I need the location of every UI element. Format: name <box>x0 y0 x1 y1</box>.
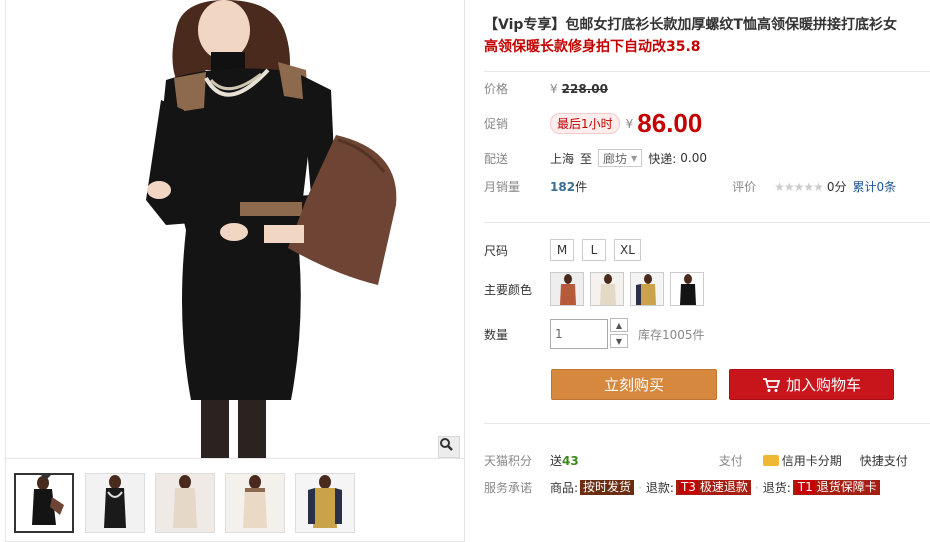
promo-row: 促销 最后1小时 ¥ 86.00 <box>484 108 702 139</box>
destination-select[interactable]: 廊坊 ▼ <box>598 149 643 167</box>
color-label: 主要颜色 <box>484 282 533 297</box>
promo-currency: ¥ <box>625 116 634 131</box>
price-label: 价格 <box>484 82 509 96</box>
service-goods-label: 商品: <box>550 481 579 495</box>
thumbnail-3[interactable] <box>155 473 215 533</box>
swatch-black-image <box>671 273 703 305</box>
promo-price: 86.00 <box>637 108 703 138</box>
color-swatch-3[interactable] <box>630 272 664 306</box>
product-gallery <box>5 0 465 542</box>
shipping-fee: 0.00 <box>680 151 707 165</box>
quantity-increase-button[interactable]: ▲ <box>610 318 628 332</box>
payment-label: 支付 <box>718 454 743 468</box>
product-title-block: 【Vip专享】包邮女打底衫长款加厚螺纹T恤高领保暖拼接打底衫女 高领保暖长款修身… <box>484 14 930 58</box>
size-row: 尺码 M L XL <box>484 239 649 261</box>
color-swatch-2[interactable] <box>590 272 624 306</box>
model-photo-illustration <box>146 0 397 458</box>
price-currency: ¥ <box>550 81 558 96</box>
review-label: 评价 <box>732 180 757 194</box>
swatch-camel-image <box>631 273 663 305</box>
service-label: 服务承诺 <box>484 481 533 495</box>
color-swatch-1[interactable] <box>550 272 584 306</box>
rating-score: 0分 <box>826 180 847 194</box>
shipping-to-word: 至 <box>580 151 593 166</box>
thumbnail-1-image <box>16 475 72 531</box>
sales-row: 月销量 182 件 评价 ★★★★★ 0分 累计0条 <box>484 178 930 195</box>
review-total-link[interactable]: 累计0条 <box>853 178 897 195</box>
points-row: 天猫积分 送 43 支付 信用卡分期 快捷支付 <box>484 452 930 469</box>
service-row: 服务承诺 商品: 按时发货 · 退款: T3 极速退款 · 退货: T1 退货保障卡 <box>484 479 930 496</box>
shipping-label: 配送 <box>484 151 509 166</box>
thumbnail-5[interactable] <box>295 473 355 533</box>
on-time-shipping-tag[interactable]: 按时发货 <box>580 480 635 495</box>
thumbnail-5-image <box>296 474 354 532</box>
return-guarantee-tag[interactable]: T1 退货保障卡 <box>792 480 880 495</box>
refund-code: T3 <box>678 480 698 494</box>
chevron-down-icon: ▼ <box>631 153 638 163</box>
credit-card-icon <box>762 455 779 466</box>
quantity-stepper: ▲ ▼ <box>610 318 628 350</box>
shipping-row: 配送 上海 至 廊坊 ▼ 快递: 0.00 <box>484 149 707 167</box>
zoom-button[interactable] <box>438 436 460 458</box>
thumbnail-strip <box>6 458 464 542</box>
shipping-from: 上海 <box>550 151 575 166</box>
return-tag-text: 退货保障卡 <box>816 480 877 494</box>
monthly-sales-unit: 件 <box>575 180 588 194</box>
destination-value: 廊坊 <box>603 151 628 166</box>
rating-stars: ★★★★★ <box>774 179 824 194</box>
quantity-decrease-button[interactable]: ▼ <box>610 334 628 348</box>
quantity-input[interactable] <box>550 319 608 349</box>
active-thumbnail-arrow <box>40 475 52 480</box>
monthly-sales-count: 182 <box>550 179 576 194</box>
return-code: T1 <box>795 480 815 494</box>
buy-now-button[interactable]: 立刻购买 <box>551 369 717 400</box>
product-title: 【Vip专享】包邮女打底衫长款加厚螺纹T恤高领保暖拼接打底衫女 <box>484 17 897 33</box>
separator-dot: · <box>754 480 759 495</box>
swatch-beige-image <box>591 273 623 305</box>
magnifier-icon <box>440 438 453 451</box>
cart-icon <box>762 377 780 392</box>
thumbnail-1[interactable] <box>14 473 74 533</box>
monthly-sales-label: 月销量 <box>484 180 521 194</box>
service-refund-label: 退款: <box>645 481 674 495</box>
size-option-m[interactable]: M <box>550 239 574 261</box>
divider <box>484 71 930 72</box>
refund-tag-text: 极速退款 <box>699 480 748 494</box>
thumbnail-2-image <box>86 474 144 532</box>
color-swatch-4[interactable] <box>670 272 704 306</box>
main-product-photo[interactable] <box>6 0 464 458</box>
original-price: 228.00 <box>561 81 608 96</box>
stock-count: 库存1005件 <box>638 327 705 342</box>
thumbnail-4-image <box>226 474 284 532</box>
service-return-label: 退货: <box>762 481 791 495</box>
size-option-xl[interactable]: XL <box>614 239 641 261</box>
price-row: 价格 ¥ 228.00 <box>484 80 608 97</box>
points-give: 送 <box>550 454 563 468</box>
quantity-label: 数量 <box>484 327 509 342</box>
add-to-cart-label: 加入购物车 <box>785 376 861 394</box>
size-option-l[interactable]: L <box>582 239 606 261</box>
divider <box>484 222 930 223</box>
thumbnail-3-image <box>156 474 214 532</box>
add-to-cart-button[interactable]: 加入购物车 <box>729 369 894 400</box>
color-row: 主要颜色 <box>484 272 710 306</box>
product-detail-panel: 【Vip专享】包邮女打底衫长款加厚螺纹T恤高领保暖拼接打底衫女 高领保暖长款修身… <box>484 0 930 542</box>
divider <box>484 423 930 424</box>
installment-link[interactable]: 信用卡分期 <box>782 452 842 469</box>
product-subtitle: 高领保暖长款修身拍下自动改35.8 <box>484 39 701 55</box>
points-value: 43 <box>562 453 579 468</box>
fast-refund-tag[interactable]: T3 极速退款 <box>675 480 751 495</box>
points-label: 天猫积分 <box>484 454 533 468</box>
quantity-row: 数量 ▲ ▼ 库存1005件 <box>484 318 705 350</box>
quick-pay-link[interactable]: 快捷支付 <box>860 452 908 469</box>
promo-label: 促销 <box>484 117 509 131</box>
shipping-fee-label: 快递: <box>648 151 677 166</box>
separator-dot: · <box>638 480 642 495</box>
size-label: 尺码 <box>484 243 509 258</box>
buy-now-label: 立刻购买 <box>603 376 664 394</box>
thumbnail-2[interactable] <box>85 473 145 533</box>
swatch-rust-image <box>551 273 583 305</box>
promo-time-tag: 最后1小时 <box>550 113 620 134</box>
thumbnail-4[interactable] <box>225 473 285 533</box>
